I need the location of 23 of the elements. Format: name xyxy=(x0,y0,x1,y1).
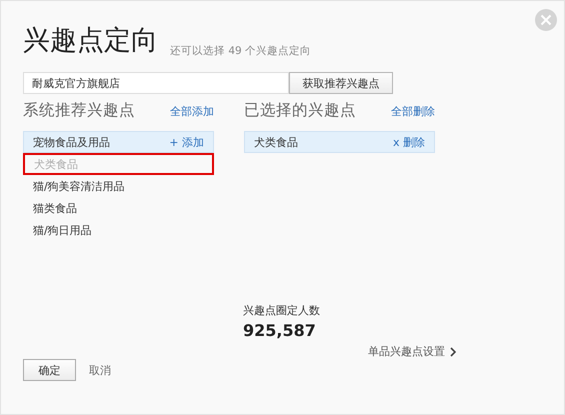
section-heading: 已选择的兴趣点 xyxy=(244,100,356,121)
list-item[interactable]: 猫/狗美容清洁用品 xyxy=(23,175,214,197)
item-label: 宠物食品及用品 xyxy=(33,134,110,150)
settings-link[interactable]: 单品兴趣点设置 xyxy=(368,344,445,359)
cancel-link[interactable]: 取消 xyxy=(89,362,111,378)
list-item[interactable]: 猫/狗日用品 xyxy=(23,219,214,241)
delete-link[interactable]: x 删除 xyxy=(392,134,425,150)
fetch-button[interactable]: 获取推荐兴趣点 xyxy=(289,72,393,94)
delete-all-link[interactable]: 全部删除 xyxy=(391,104,435,119)
audience-label: 兴趣点圈定人数 xyxy=(243,303,321,318)
add-all-link[interactable]: 全部添加 xyxy=(170,104,214,119)
section-heading: 系统推荐兴趣点 xyxy=(23,100,135,121)
chevron-right-icon[interactable] xyxy=(450,346,456,356)
item-label: 犬类食品 xyxy=(254,134,298,150)
list-row[interactable]: 犬类食品 x 删除 xyxy=(244,131,435,153)
remaining-count-text: 还可以选择 49 个兴趣点定向 xyxy=(170,44,312,58)
search-field[interactable]: 耐威克官方旗舰店 xyxy=(23,72,289,94)
dialog-title: 兴趣点定向 xyxy=(23,24,158,58)
audience-count: 925,587 xyxy=(243,321,317,340)
list-item[interactable]: 猫类食品 xyxy=(23,197,214,219)
add-link[interactable]: + 添加 xyxy=(169,134,204,150)
confirm-button[interactable]: 确定 xyxy=(23,359,76,381)
list-row[interactable]: 宠物食品及用品 + 添加 xyxy=(23,131,214,153)
